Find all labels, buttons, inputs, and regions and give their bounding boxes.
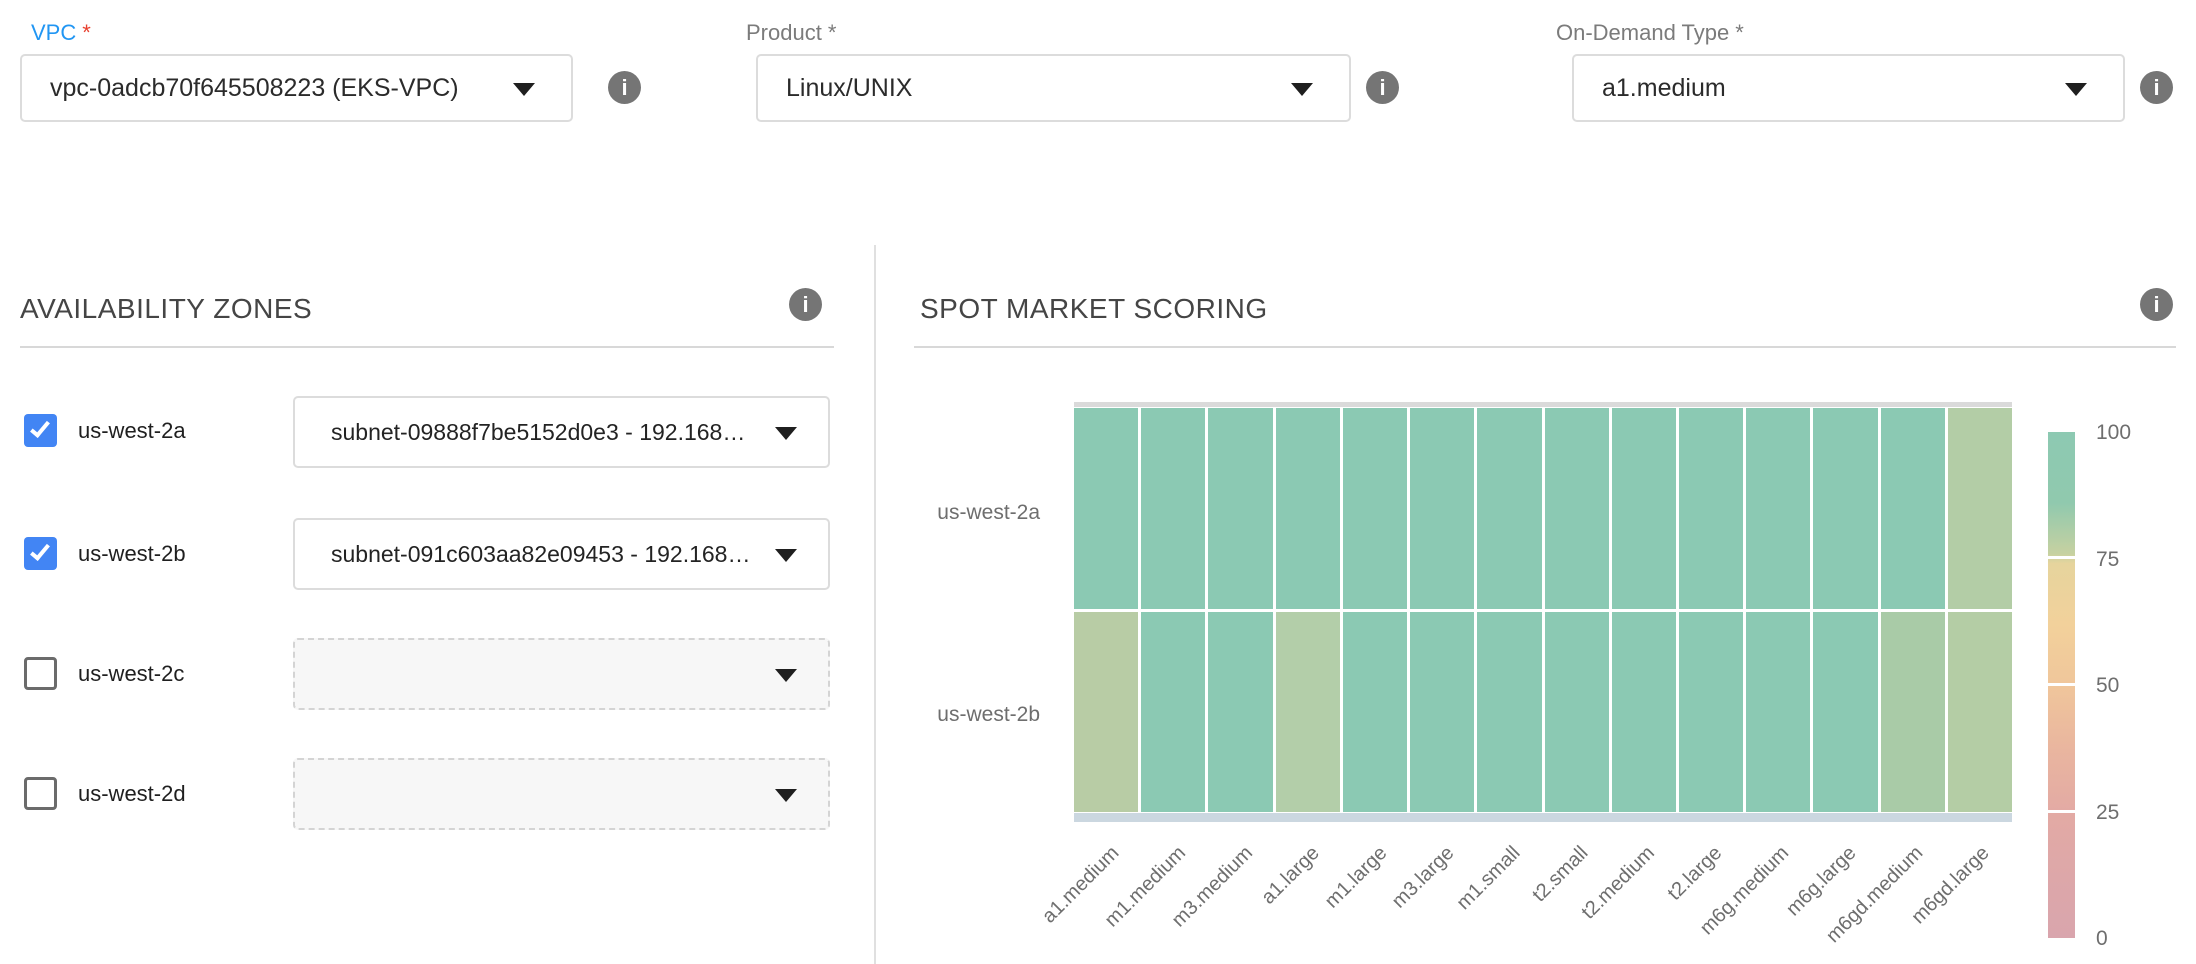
subnet-select-value: subnet-09888f7be5152d0e3 - 192.168… (295, 419, 745, 446)
az-zone-label: us-west-2a (78, 414, 186, 447)
heatmap-cell-us-west-2a-m6g.medium[interactable] (1746, 408, 1810, 609)
colorbar (2048, 432, 2075, 938)
heatmap-cell-us-west-2b-m3.medium[interactable] (1208, 612, 1272, 813)
heatmap-cell-us-west-2b-m6gd.large[interactable] (1948, 612, 2012, 813)
chevron-down-icon (513, 83, 535, 96)
heatmap-cell-us-west-2a-m1.medium[interactable] (1141, 408, 1205, 609)
product-select[interactable]: Linux/UNIX (756, 54, 1351, 122)
heatmap-cell-us-west-2b-t2.medium[interactable] (1612, 612, 1676, 813)
heatmap-cell-us-west-2a-m1.small[interactable] (1477, 408, 1541, 609)
subnet-select-us-west-2a[interactable]: subnet-09888f7be5152d0e3 - 192.168… (293, 396, 830, 468)
chevron-down-icon (2065, 83, 2087, 96)
subnet-select-us-west-2c[interactable] (293, 638, 830, 710)
heatmap-cell-us-west-2b-m3.large[interactable] (1410, 612, 1474, 813)
heatmap-x-label-a1.large: a1.large (1257, 842, 1324, 909)
vpc-label-text: VPC (31, 20, 76, 45)
az-checkbox-us-west-2d[interactable] (24, 777, 57, 810)
heatmap-x-label-m3.large: m3.large (1387, 842, 1458, 913)
heatmap-cell-us-west-2b-m1.medium[interactable] (1141, 612, 1205, 813)
vpc-label: VPC* (31, 20, 91, 46)
heatmap-cell-us-west-2a-t2.medium[interactable] (1612, 408, 1676, 609)
heatmap-y-label-us-west-2a: us-west-2a (880, 500, 1040, 526)
chevron-down-icon (775, 549, 797, 562)
colorbar-tick-100: 100 (2096, 420, 2131, 446)
chevron-down-icon (775, 669, 797, 682)
product-select-value: Linux/UNIX (758, 74, 912, 103)
heatmap-cell-us-west-2a-m6gd.large[interactable] (1948, 408, 2012, 609)
heatmap-row-us-west-2a (1074, 408, 2012, 609)
subnet-select-value: subnet-091c603aa82e09453 - 192.168… (295, 541, 750, 568)
spot-market-scoring-info-icon[interactable]: i (2140, 288, 2173, 321)
subnet-select-us-west-2b[interactable]: subnet-091c603aa82e09453 - 192.168… (293, 518, 830, 590)
product-required-mark: * (828, 20, 837, 45)
vpc-select[interactable]: vpc-0adcb70f645508223 (EKS-VPC) (20, 54, 573, 122)
chevron-down-icon (1291, 83, 1313, 96)
section-vertical-divider (874, 245, 876, 964)
heatmap-x-axis-line (1074, 813, 2012, 822)
heatmap-plot-top-border (1074, 402, 2012, 407)
subnet-select-us-west-2d[interactable] (293, 758, 830, 830)
heatmap-row-us-west-2b (1074, 612, 2012, 813)
app-root: VPC* vpc-0adcb70f645508223 (EKS-VPC) i P… (0, 0, 2196, 964)
checkmark-icon (30, 540, 50, 561)
heatmap-x-label-t2.small: t2.small (1528, 842, 1593, 907)
az-zone-label: us-west-2b (78, 537, 186, 570)
heatmap-cell-us-west-2b-m6gd.medium[interactable] (1881, 612, 1945, 813)
on-demand-type-label-text: On-Demand Type (1556, 20, 1729, 45)
heatmap-cell-us-west-2b-a1.large[interactable] (1276, 612, 1340, 813)
heatmap (1074, 408, 2012, 812)
spot-market-scoring-divider (914, 346, 2176, 348)
on-demand-type-select-value: a1.medium (1574, 74, 1726, 103)
chevron-down-icon (775, 427, 797, 440)
colorbar-tick-0: 0 (2096, 926, 2108, 952)
az-checkbox-us-west-2a[interactable] (24, 414, 57, 447)
on-demand-type-label: On-Demand Type* (1556, 20, 1744, 46)
on-demand-type-select[interactable]: a1.medium (1572, 54, 2125, 122)
heatmap-cell-us-west-2a-m1.large[interactable] (1343, 408, 1407, 609)
heatmap-cell-us-west-2a-t2.large[interactable] (1679, 408, 1743, 609)
heatmap-cell-us-west-2a-m6gd.medium[interactable] (1881, 408, 1945, 609)
az-checkbox-us-west-2c[interactable] (24, 657, 57, 690)
heatmap-x-label-t2.large: t2.large (1663, 842, 1726, 905)
heatmap-cell-us-west-2b-t2.small[interactable] (1545, 612, 1609, 813)
colorbar-break-75 (2048, 556, 2075, 559)
on-demand-type-info-icon[interactable]: i (2140, 71, 2173, 104)
on-demand-type-required-mark: * (1735, 20, 1744, 45)
heatmap-x-label-m1.small: m1.small (1453, 842, 1526, 915)
heatmap-cell-us-west-2b-t2.large[interactable] (1679, 612, 1743, 813)
heatmap-x-label-m1.large: m1.large (1320, 842, 1391, 913)
colorbar-tick-75: 75 (2096, 547, 2119, 573)
heatmap-cell-us-west-2b-m1.small[interactable] (1477, 612, 1541, 813)
vpc-required-mark: * (82, 20, 91, 45)
heatmap-cell-us-west-2a-t2.small[interactable] (1545, 408, 1609, 609)
colorbar-tick-50: 50 (2096, 673, 2119, 699)
availability-zones-info-icon[interactable]: i (789, 288, 822, 321)
colorbar-break-25 (2048, 810, 2075, 813)
product-info-icon[interactable]: i (1366, 71, 1399, 104)
az-zone-label: us-west-2c (78, 657, 184, 690)
heatmap-cell-us-west-2b-m6g.medium[interactable] (1746, 612, 1810, 813)
product-label-text: Product (746, 20, 822, 45)
heatmap-cell-us-west-2a-a1.large[interactable] (1276, 408, 1340, 609)
availability-zones-divider (20, 346, 834, 348)
heatmap-cell-us-west-2a-m6g.large[interactable] (1813, 408, 1877, 609)
spot-market-scoring-title: SPOT MARKET SCORING (920, 293, 1268, 325)
az-checkbox-us-west-2b[interactable] (24, 537, 57, 570)
vpc-info-icon[interactable]: i (608, 71, 641, 104)
checkmark-icon (30, 417, 50, 438)
heatmap-y-label-us-west-2b: us-west-2b (880, 702, 1040, 728)
chevron-down-icon (775, 789, 797, 802)
heatmap-cell-us-west-2b-m6g.large[interactable] (1813, 612, 1877, 813)
heatmap-cell-us-west-2a-m3.large[interactable] (1410, 408, 1474, 609)
colorbar-break-50 (2048, 683, 2075, 686)
availability-zones-title: AVAILABILITY ZONES (20, 293, 312, 325)
vpc-select-value: vpc-0adcb70f645508223 (EKS-VPC) (22, 74, 459, 103)
heatmap-cell-us-west-2b-m1.large[interactable] (1343, 612, 1407, 813)
colorbar-tick-25: 25 (2096, 800, 2119, 826)
product-label: Product* (746, 20, 836, 46)
heatmap-cell-us-west-2a-m3.medium[interactable] (1208, 408, 1272, 609)
heatmap-cell-us-west-2a-a1.medium[interactable] (1074, 408, 1138, 609)
az-zone-label: us-west-2d (78, 777, 186, 810)
heatmap-cell-us-west-2b-a1.medium[interactable] (1074, 612, 1138, 813)
